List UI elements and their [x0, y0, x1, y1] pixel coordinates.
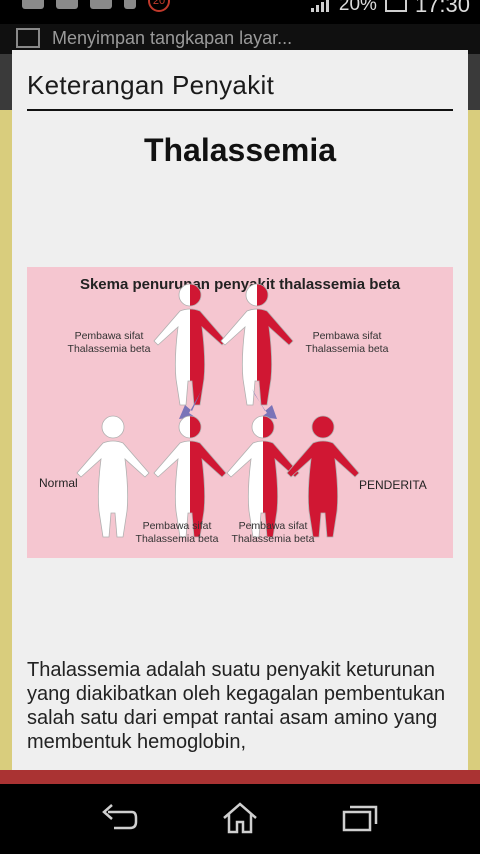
diagram-background — [27, 267, 453, 558]
status-notification-icons: 20 — [22, 0, 170, 12]
chat-icon — [22, 0, 44, 9]
child-carrier-1-label-2: Thalassemia beta — [136, 533, 219, 545]
navigation-bar — [0, 784, 480, 854]
child-carrier-1-label-1: Pembawa sifat — [143, 520, 212, 532]
disease-name: Thalassemia — [143, 132, 337, 168]
dialog-title: Keterangan Penyakit — [27, 70, 275, 100]
battery-percent: 20% — [338, 0, 377, 15]
disease-info-dialog[interactable]: Keterangan Penyakit Thalassemia Skema pe… — [12, 50, 468, 770]
background-bottom-strip — [0, 770, 480, 784]
title-divider — [27, 109, 453, 111]
parent-right-label-2: Thalassemia beta — [306, 343, 389, 355]
message-icon — [90, 0, 112, 9]
child-normal-label: Normal — [39, 476, 78, 490]
parent-left-label-1: Pembawa sifat — [75, 330, 144, 342]
child-carrier-2-label-1: Pembawa sifat — [239, 520, 308, 532]
parent-right-label-1: Pembawa sifat — [313, 330, 382, 342]
battery-icon — [384, 0, 407, 12]
background-right-edge — [466, 110, 480, 780]
back-icon[interactable] — [100, 800, 140, 836]
status-bar: 20 20% 17:30 — [0, 0, 480, 24]
phone-icon — [124, 0, 136, 9]
recents-icon[interactable] — [340, 800, 380, 836]
child-carrier-2-label-2: Thalassemia beta — [232, 533, 315, 545]
signal-icon — [310, 0, 331, 12]
notification-text: Menyimpan tangkapan layar... — [52, 28, 293, 48]
clock: 17:30 — [414, 0, 470, 17]
disease-description: Thalassemia adalah suatu penyakit keturu… — [27, 659, 446, 753]
home-icon[interactable] — [220, 800, 260, 836]
notification-count-badge: 20 — [148, 0, 170, 12]
screenshot-icon — [16, 28, 40, 48]
status-system-icons: 20% 17:30 — [310, 0, 470, 18]
inheritance-diagram: Skema penurunan penyakit thalassemia bet… — [27, 267, 453, 558]
parent-left-label-2: Thalassemia beta — [68, 343, 151, 355]
diagram-title: Skema penurunan penyakit thalassemia bet… — [80, 276, 401, 293]
image-icon — [56, 0, 78, 9]
child-sufferer-label: PENDERITA — [359, 478, 427, 492]
